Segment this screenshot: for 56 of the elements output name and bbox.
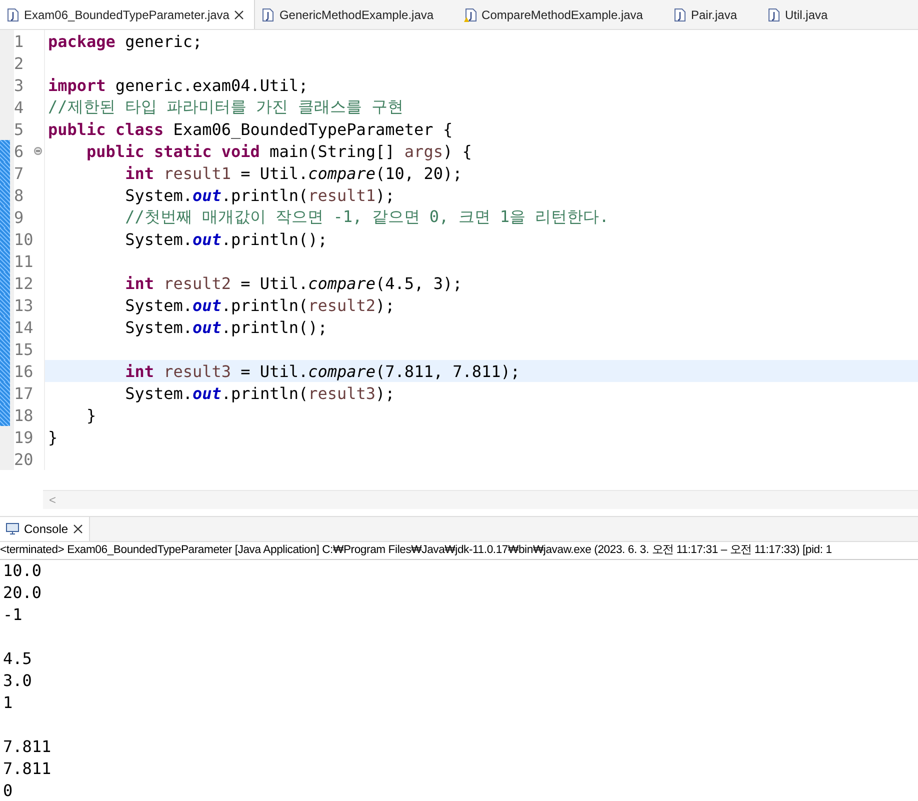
line-number: 2 (14, 54, 25, 72)
code-line: public class Exam06_BoundedTypeParameter { (48, 120, 453, 138)
line-number: 15 (14, 340, 34, 358)
line-number: 19 (14, 428, 34, 446)
line-number: 16 (14, 362, 34, 380)
line-number: 17 (14, 384, 34, 402)
close-icon[interactable] (73, 524, 84, 534)
line-number: 11 (14, 252, 34, 270)
console-output-line: 4.5 (2, 648, 33, 670)
line-number: 3 (14, 76, 25, 94)
code-line: package generic; (48, 32, 202, 50)
line-number: 7 (14, 164, 25, 182)
editor-tab[interactable]: GenericMethodExample.java (255, 0, 444, 29)
console-output-line: 20.0 (2, 582, 43, 604)
monitor-icon (6, 523, 19, 535)
console-output-line: 0 (2, 780, 14, 801)
line-number: 5 (14, 120, 25, 138)
console-output-line: 10.0 (2, 560, 43, 582)
code-line: } (48, 428, 58, 446)
editor-tab[interactable]: CompareMethodExample.java (458, 0, 653, 29)
console-output-line: 7.811 (2, 758, 52, 780)
line-number: 14 (14, 318, 34, 336)
line-number: 6 (14, 142, 25, 160)
code-line: import generic.exam04.Util; (48, 76, 308, 94)
line-number: 12 (14, 274, 34, 292)
editor-tab[interactable]: Pair.java (666, 0, 747, 29)
line-number: 10 (14, 230, 34, 248)
line-number: 20 (14, 450, 34, 468)
code-line: //첫번째 매개값이 작으면 -1, 같으면 0, 크면 1을 리턴한다. (124, 206, 609, 228)
close-icon[interactable] (234, 10, 244, 20)
line-number: 4 (14, 98, 25, 116)
console-status: <terminated> Exam06_BoundedTypeParameter [Java Application] C:₩Program Files₩Java₩jdk-11.0.17₩bin₩javaw.exe (2023. 6. 3. 오전 11:17:31 – 오전 11:17:33) [pid: 1 (0, 542, 918, 560)
console-output-line: 7.811 (2, 736, 52, 758)
line-number: 1 (14, 32, 25, 50)
collapse-icon[interactable] (34, 147, 42, 155)
line-number: 18 (14, 406, 34, 424)
code-line: int result3 = Util.compare(7.811, 7.811); (124, 362, 520, 380)
code-line: System.out.println(result1); (124, 186, 395, 204)
editor-tab[interactable]: Exam06_BoundedTypeParameter.java (0, 0, 256, 29)
code-line: public static void main(String[] args) { (86, 142, 472, 160)
code-line: } (86, 406, 96, 424)
console-output-line: 1 (2, 692, 14, 714)
code-line: System.out.println(result2); (124, 296, 395, 314)
console-output-line: -1 (2, 604, 24, 626)
editor-tab[interactable]: Util.java (761, 0, 838, 29)
code-line: System.out.println(); (124, 230, 328, 248)
code-line: System.out.println(); (124, 318, 328, 336)
console-output-line: 3.0 (2, 670, 33, 692)
line-number: 13 (14, 296, 34, 314)
code-line: System.out.println(result3); (124, 384, 395, 402)
code-line: int result1 = Util.compare(10, 20); (124, 164, 462, 182)
line-number: 9 (14, 208, 25, 226)
line-number: 8 (14, 186, 25, 204)
code-line: int result2 = Util.compare(4.5, 3); (124, 274, 462, 292)
code-line: //제한된 타입 파라미터를 가진 클래스를 구현 (48, 96, 404, 118)
console-tab[interactable]: Console (0, 517, 90, 541)
